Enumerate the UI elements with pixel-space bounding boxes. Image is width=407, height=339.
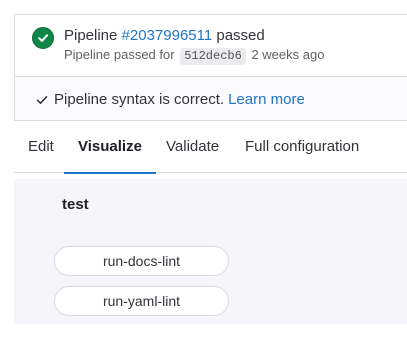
learn-more-link[interactable]: Learn more	[228, 91, 305, 108]
job-pill[interactable]: run-docs-lint	[54, 246, 229, 276]
job-pill[interactable]: run-yaml-lint	[54, 286, 229, 316]
tab-edit[interactable]: Edit	[14, 121, 68, 173]
tab-validate[interactable]: Validate	[152, 121, 233, 173]
pipeline-sub-prefix: Pipeline passed for	[64, 47, 175, 62]
pipeline-time-ago: 2 weeks ago	[251, 47, 325, 62]
tab-full-configuration[interactable]: Full configuration	[231, 121, 373, 173]
pipeline-subtitle: Pipeline passed for 512decb6 2 weeks ago	[64, 46, 324, 65]
pipeline-id-link[interactable]: #2037996511	[122, 27, 213, 44]
check-circle-icon[interactable]	[32, 27, 54, 49]
pipeline-status-card: Pipeline #2037996511 passed Pipeline pas…	[14, 14, 407, 76]
syntax-message: Pipeline syntax is correct.	[54, 91, 225, 108]
commit-sha-badge[interactable]: 512decb6	[180, 48, 246, 65]
tab-visualize[interactable]: Visualize	[64, 121, 156, 174]
syntax-message-row: Pipeline syntax is correct. Learn more	[54, 90, 305, 110]
editor-tabs: Edit Visualize Validate Full configurati…	[14, 121, 407, 174]
syntax-status-box: Pipeline syntax is correct. Learn more	[14, 76, 407, 121]
check-icon	[36, 93, 48, 111]
pipeline-visualization: test run-docs-lint run-yaml-lint	[14, 179, 407, 324]
pipeline-title: Pipeline #2037996511 passed	[64, 26, 265, 46]
pipeline-status-word: passed	[216, 27, 265, 44]
stage-title: test	[62, 196, 89, 213]
pipeline-title-prefix: Pipeline	[64, 27, 118, 44]
